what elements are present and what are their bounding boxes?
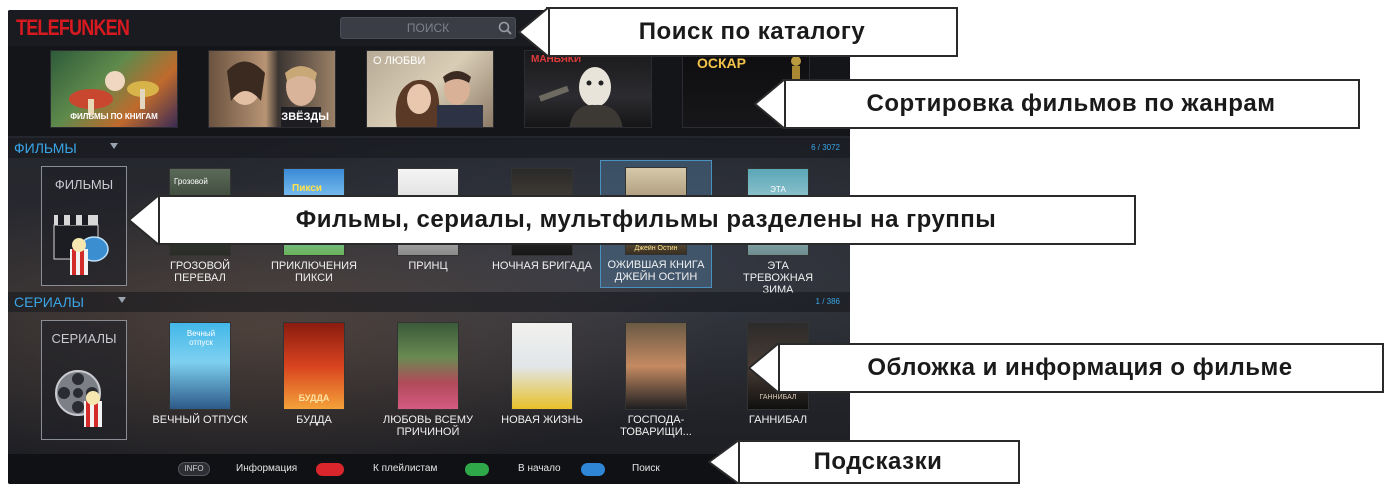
blue-button[interactable]: [581, 463, 605, 476]
callout-hints: Подсказки: [707, 440, 1020, 484]
genre-tile-maniacs[interactable]: МАНЬЯКИ: [524, 50, 652, 128]
poster-caption: ГАННИБАЛ: [759, 394, 797, 401]
film-reel-icon: [55, 370, 102, 427]
hint-home-label: В начало: [518, 463, 561, 474]
callout-search-text: Поиск по каталогу: [638, 18, 866, 45]
category-tile-series[interactable]: СЕРИАЛЫ: [41, 320, 127, 440]
callout-arrow: [753, 79, 786, 129]
item-counter: 1 / 386: [815, 297, 840, 306]
series-title: ГАННИБАЛ: [748, 414, 808, 426]
genre-row: ФИЛЬМЫ ПО КНИГАМ ЗВЁЗДЫ О ЛЮБВИ МАНЬЯКИ …: [8, 46, 850, 136]
item-counter: 6 / 3072: [811, 143, 840, 152]
series-poster: [511, 322, 573, 410]
poster-caption: ЭТА: [770, 185, 786, 194]
genre-label: ОСКАР: [697, 55, 746, 71]
genre-label: О ЛЮБВИ: [373, 55, 426, 67]
callout-search: Поиск по каталогу: [517, 7, 958, 57]
poster-caption: Грозовой: [174, 177, 208, 186]
film-title: ОЖИВШАЯ КНИГА ДЖЕЙН ОСТИН: [607, 259, 705, 283]
poster-caption: Пикси: [292, 183, 322, 194]
callout-groups-text: Фильмы, сериалы, мультфильмы разделены н…: [295, 206, 997, 233]
callout-genres: Сортировка фильмов по жанрам: [753, 79, 1360, 129]
series-title: НОВАЯ ЖИЗНЬ: [501, 414, 583, 426]
tv-screen: TELEFUNKEN ФИЛЬМЫ ПО КНИГАМ: [8, 10, 850, 484]
brand-logo: TELEFUNKEN: [16, 15, 130, 40]
category-tile-films[interactable]: ФИЛЬМЫ: [41, 166, 127, 286]
category-label: ФИЛЬМЫ: [54, 177, 114, 192]
series-title: ЛЮБОВЬ ВСЕМУ ПРИЧИНОЙ: [383, 414, 473, 438]
genre-tile-stars[interactable]: ЗВЁЗДЫ: [208, 50, 336, 128]
poster-caption: Джейн Остин: [634, 245, 678, 252]
callout-cover: Обложка и информация о фильме: [747, 343, 1384, 393]
series-item[interactable]: ГОСПОДА-ТОВАРИЩИ...: [600, 316, 712, 438]
series-shelf: СЕРИАЛЫ Вечный отпуск ВЕЧНЫЙ ОТПУСК БУДД…: [8, 316, 850, 444]
series-poster: БУДДА: [283, 322, 345, 410]
callout-hints-text: Подсказки: [813, 448, 943, 475]
chevron-down-icon[interactable]: [110, 143, 118, 149]
series-section-header[interactable]: СЕРИАЛЫ 1 / 386: [8, 292, 850, 312]
series-title: ГОСПОДА-ТОВАРИЩИ...: [620, 414, 692, 438]
red-button[interactable]: [316, 463, 344, 476]
search-input[interactable]: [341, 18, 515, 38]
search-box[interactable]: [340, 17, 516, 39]
film-title: ПРИКЛЮЧЕНИЯ ПИКСИ: [271, 260, 357, 284]
category-label: СЕРИАЛЫ: [51, 331, 117, 346]
poster-caption: Вечный отпуск: [186, 329, 216, 347]
callout-arrow: [127, 195, 160, 245]
search-icon[interactable]: [497, 20, 513, 36]
section-title: ФИЛЬМЫ: [14, 140, 77, 156]
callout-arrow: [747, 343, 780, 393]
series-poster: [397, 322, 459, 410]
callout-arrow: [707, 440, 740, 484]
callout-groups: Фильмы, сериалы, мультфильмы разделены н…: [127, 195, 1136, 245]
chevron-down-icon[interactable]: [118, 297, 126, 303]
green-button[interactable]: [465, 463, 489, 476]
hint-search-label: Поиск: [632, 463, 660, 474]
series-item[interactable]: НОВАЯ ЖИЗНЬ: [486, 316, 598, 426]
genre-tile-books[interactable]: ФИЛЬМЫ ПО КНИГАМ: [50, 50, 178, 128]
genre-label: ФИЛЬМЫ ПО КНИГАМ: [70, 112, 158, 121]
hint-info-label: Информация: [236, 463, 298, 474]
series-item[interactable]: Вечный отпуск ВЕЧНЫЙ ОТПУСК: [144, 316, 256, 426]
genre-tile-love[interactable]: О ЛЮБВИ: [366, 50, 494, 128]
series-title: БУДДА: [296, 414, 332, 426]
callout-arrow: [517, 7, 550, 57]
series-item[interactable]: ЛЮБОВЬ ВСЕМУ ПРИЧИНОЙ: [372, 316, 484, 438]
series-poster: [625, 322, 687, 410]
film-title: ЭТА ТРЕВОЖНАЯ ЗИМА: [742, 260, 814, 296]
callout-cover-text: Обложка и информация о фильме: [867, 354, 1293, 381]
series-poster: Вечный отпуск: [169, 322, 231, 410]
films-section-header[interactable]: ФИЛЬМЫ 6 / 3072: [8, 138, 850, 158]
section-title: СЕРИАЛЫ: [14, 294, 85, 310]
film-title: НОЧНАЯ БРИГАДА: [491, 260, 593, 272]
series-title: ВЕЧНЫЙ ОТПУСК: [152, 414, 248, 426]
callout-genres-text: Сортировка фильмов по жанрам: [866, 90, 1276, 117]
clapperboard-icon: [53, 215, 109, 275]
film-title: ГРОЗОВОЙ ПЕРЕВАЛ: [169, 260, 231, 284]
film-title: ПРИНЦ: [408, 260, 448, 272]
poster-caption: БУДДА: [298, 393, 330, 403]
genre-label: ЗВЁЗДЫ: [281, 111, 329, 123]
info-button[interactable]: INFO: [178, 462, 210, 476]
hint-playlists-label: К плейлистам: [373, 463, 438, 474]
series-item[interactable]: БУДДА БУДДА: [258, 316, 370, 426]
